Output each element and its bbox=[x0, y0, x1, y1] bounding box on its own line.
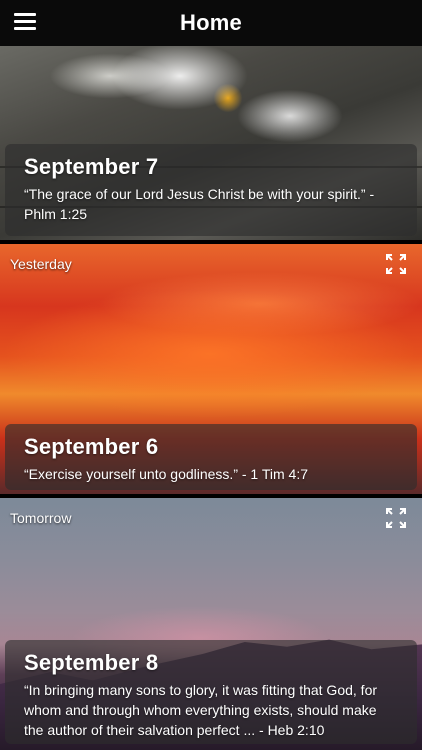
card-day-label: Tomorrow bbox=[10, 510, 72, 526]
card-verse: “Exercise yourself unto godliness.” - 1 … bbox=[24, 466, 309, 482]
card-day-label: Yesterday bbox=[10, 256, 72, 272]
verse-panel: September 8 “In bringing many sons to gl… bbox=[5, 640, 417, 744]
top-bar: Home bbox=[0, 0, 422, 46]
hamburger-menu-icon[interactable] bbox=[14, 13, 36, 31]
card-date: September 8 bbox=[24, 650, 159, 675]
card-date: September 6 bbox=[24, 434, 159, 459]
card-verse: “In bringing many sons to glory, it was … bbox=[24, 682, 378, 738]
devotional-card-tomorrow[interactable]: Tomorrow September 8 “In bringing many s… bbox=[0, 498, 422, 750]
devotional-card-today[interactable]: September 7 “The grace of our Lord Jesus… bbox=[0, 46, 422, 240]
page-title: Home bbox=[180, 10, 242, 35]
card-verse: “The grace of our Lord Jesus Christ be w… bbox=[24, 186, 375, 222]
devotional-card-yesterday[interactable]: Yesterday September 6 “Exercise yourself… bbox=[0, 244, 422, 494]
verse-panel: September 7 “The grace of our Lord Jesus… bbox=[5, 144, 417, 236]
card-date: September 7 bbox=[24, 154, 159, 179]
expand-icon[interactable] bbox=[386, 508, 406, 528]
verse-panel: September 6 “Exercise yourself unto godl… bbox=[5, 424, 417, 490]
expand-icon[interactable] bbox=[386, 254, 406, 274]
